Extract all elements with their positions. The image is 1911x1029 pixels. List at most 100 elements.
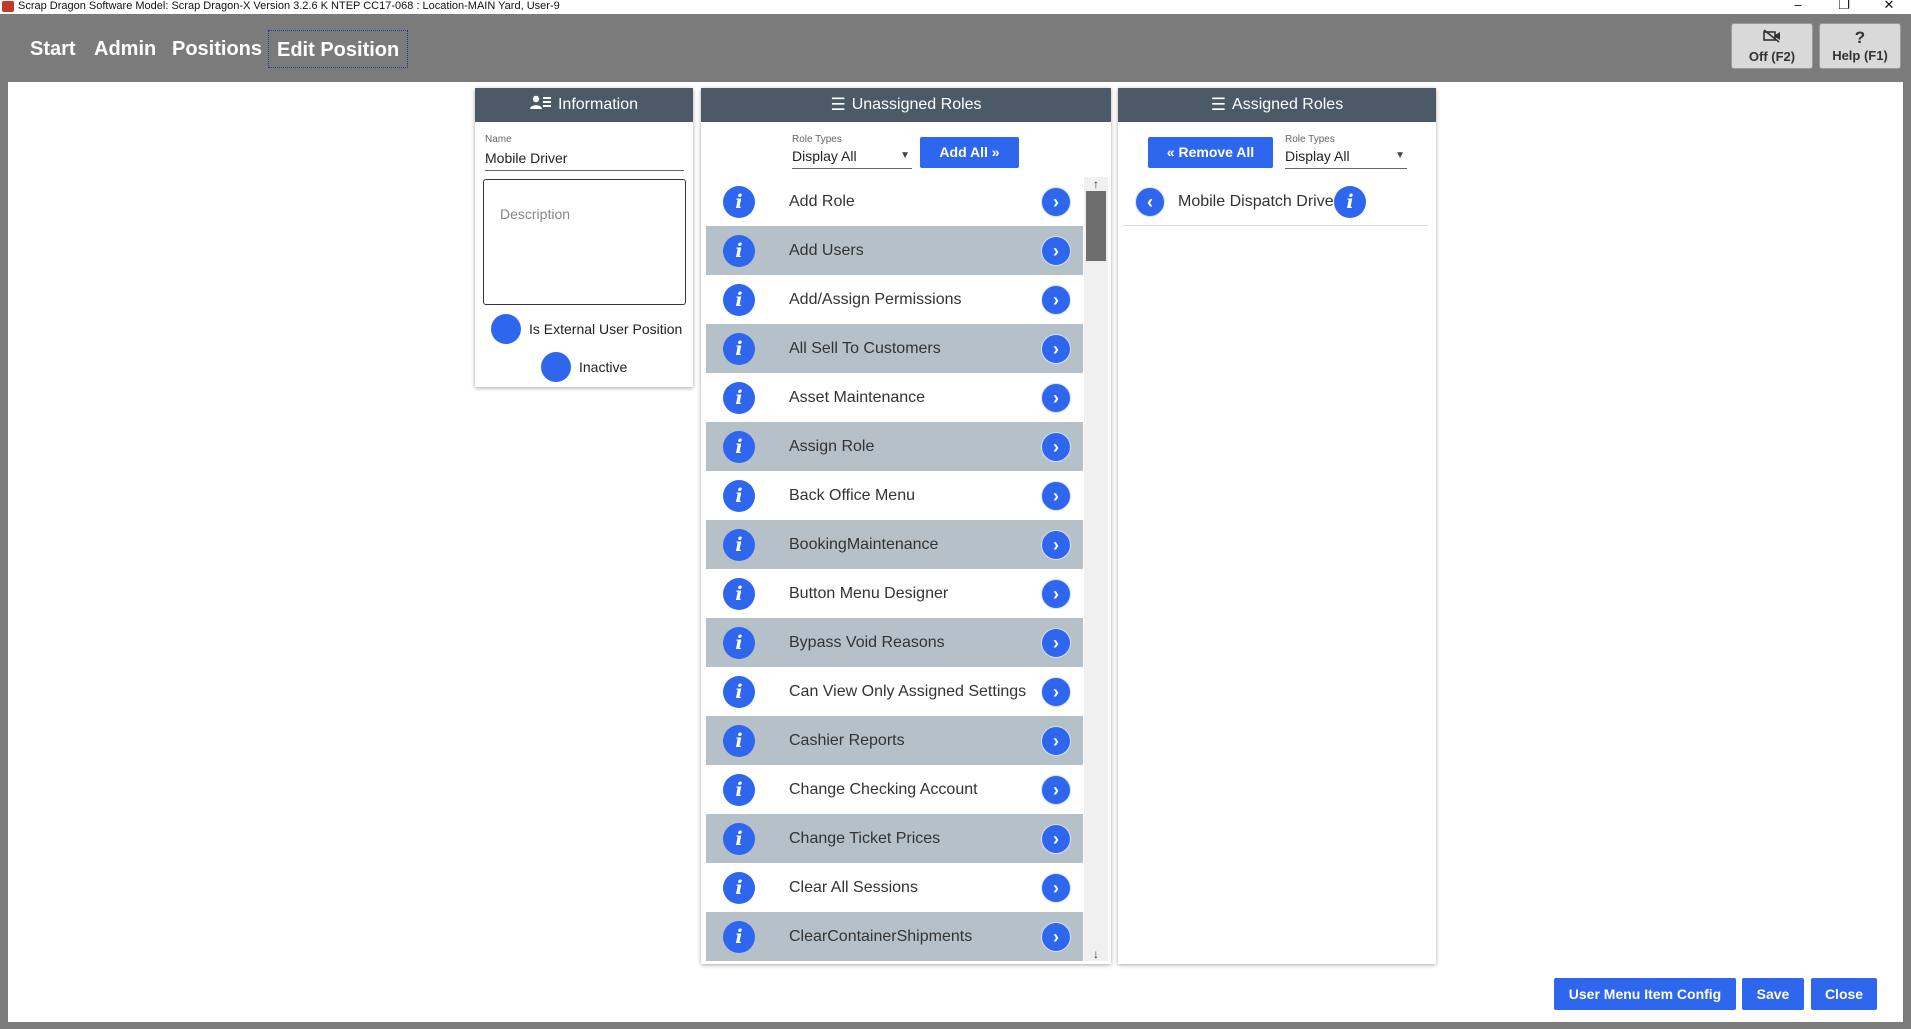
information-panel: Information Name Mobile Driver Descripti… bbox=[475, 88, 693, 387]
chevron-right-icon[interactable]: › bbox=[1041, 334, 1071, 364]
info-icon[interactable]: i bbox=[723, 186, 755, 218]
window-bottom-border bbox=[0, 1022, 1911, 1029]
help-icon: ? bbox=[1854, 28, 1866, 47]
unassigned-roles-panel: ☰ Unassigned Roles Role Types Display All… bbox=[701, 88, 1111, 964]
scroll-down-icon[interactable]: ↓ bbox=[1084, 947, 1108, 961]
menu-icon: ☰ bbox=[1210, 95, 1227, 114]
info-icon[interactable]: i bbox=[723, 725, 755, 757]
assigned-roles-panel: ☰ Assigned Roles « Remove All Role Types … bbox=[1118, 88, 1436, 964]
info-icon[interactable]: i bbox=[723, 529, 755, 561]
chevron-right-icon[interactable]: › bbox=[1041, 677, 1071, 707]
unassigned-role-row[interactable]: i Add/Assign Permissions › bbox=[706, 275, 1083, 324]
info-icon[interactable]: i bbox=[1334, 186, 1366, 218]
nav-start[interactable]: Start bbox=[22, 30, 84, 68]
info-icon[interactable]: i bbox=[723, 823, 755, 855]
off-button[interactable]: Off (F2) bbox=[1731, 23, 1813, 69]
assigned-role-types-label: Role Types bbox=[1285, 134, 1335, 145]
info-icon[interactable]: i bbox=[723, 774, 755, 806]
role-name: Bypass Void Reasons bbox=[789, 634, 945, 651]
info-icon[interactable]: i bbox=[723, 284, 755, 316]
unassigned-role-row[interactable]: i Bypass Void Reasons › bbox=[706, 618, 1083, 667]
description-field[interactable]: Description bbox=[483, 179, 686, 305]
external-user-toggle[interactable] bbox=[491, 314, 521, 344]
info-icon[interactable]: i bbox=[723, 578, 755, 610]
person-lines-icon bbox=[529, 88, 552, 122]
unassigned-role-row[interactable]: i Asset Maintenance › bbox=[706, 373, 1083, 422]
close-button[interactable]: Close bbox=[1811, 978, 1877, 1010]
info-icon[interactable]: i bbox=[723, 431, 755, 463]
unassigned-role-row[interactable]: i Back Office Menu › bbox=[706, 471, 1083, 520]
role-name: Assign Role bbox=[789, 438, 875, 455]
chevron-right-icon[interactable]: › bbox=[1041, 236, 1071, 266]
unassigned-role-row[interactable]: i Can View Only Assigned Settings › bbox=[706, 667, 1083, 716]
chevron-right-icon[interactable]: › bbox=[1041, 726, 1071, 756]
chevron-right-icon[interactable]: › bbox=[1041, 481, 1071, 511]
info-icon[interactable]: i bbox=[723, 676, 755, 708]
scroll-thumb[interactable] bbox=[1086, 191, 1106, 261]
help-button[interactable]: ? Help (F1) bbox=[1819, 23, 1901, 69]
role-name: Mobile Dispatch Driver bbox=[1178, 193, 1339, 210]
role-name: Add Role bbox=[789, 193, 855, 210]
scroll-up-icon[interactable]: ↑ bbox=[1084, 177, 1108, 191]
role-name: BookingMaintenance bbox=[789, 536, 939, 553]
chevron-right-icon[interactable]: › bbox=[1041, 775, 1071, 805]
external-user-label: Is External User Position bbox=[529, 321, 683, 337]
unassigned-roles-scrollbar[interactable]: ↑ ↓ bbox=[1084, 177, 1108, 961]
assigned-role-types-value: Display All bbox=[1285, 148, 1350, 164]
chevron-right-icon[interactable]: › bbox=[1041, 579, 1071, 609]
chevron-left-icon[interactable]: ‹ bbox=[1135, 187, 1165, 217]
unassigned-role-row[interactable]: i Change Ticket Prices › bbox=[706, 814, 1083, 863]
chevron-right-icon[interactable]: › bbox=[1041, 628, 1071, 658]
minimize-button[interactable]: – bbox=[1786, 0, 1810, 14]
info-icon[interactable]: i bbox=[723, 480, 755, 512]
save-button[interactable]: Save bbox=[1742, 978, 1804, 1010]
close-window-button[interactable]: ✕ bbox=[1877, 0, 1901, 14]
unassigned-role-row[interactable]: i BookingMaintenance › bbox=[706, 520, 1083, 569]
unassigned-role-row[interactable]: i ClearContainerShipments › bbox=[706, 912, 1083, 961]
nav-admin[interactable]: Admin bbox=[86, 30, 164, 68]
info-icon[interactable]: i bbox=[723, 921, 755, 953]
nav-edit-position[interactable]: Edit Position bbox=[268, 30, 409, 68]
nav-positions[interactable]: Positions bbox=[164, 30, 270, 68]
info-icon[interactable]: i bbox=[723, 235, 755, 267]
inactive-toggle[interactable] bbox=[541, 352, 571, 382]
remove-all-button[interactable]: « Remove All bbox=[1148, 137, 1273, 168]
unassigned-role-row[interactable]: i Button Menu Designer › bbox=[706, 569, 1083, 618]
role-name: Clear All Sessions bbox=[789, 879, 918, 896]
assigned-role-types-underline bbox=[1285, 168, 1407, 169]
assigned-role-types-select[interactable]: Role Types Display All ▼ bbox=[1285, 134, 1407, 170]
help-button-label: Help (F1) bbox=[1832, 48, 1888, 63]
chevron-right-icon[interactable]: › bbox=[1041, 383, 1071, 413]
unassigned-roles-list: i Add Role › i Add Users › i Add/Assign Permiss… bbox=[706, 177, 1083, 961]
info-icon[interactable]: i bbox=[723, 382, 755, 414]
restore-button[interactable]: ❐ bbox=[1832, 0, 1856, 14]
unassigned-role-row[interactable]: i Change Checking Account › bbox=[706, 765, 1083, 814]
unassigned-role-row[interactable]: i Add Users › bbox=[706, 226, 1083, 275]
chevron-right-icon[interactable]: › bbox=[1041, 285, 1071, 315]
unassigned-role-types-select[interactable]: Role Types Display All ▼ bbox=[792, 134, 912, 170]
unassigned-role-row[interactable]: i Clear All Sessions › bbox=[706, 863, 1083, 912]
chevron-right-icon[interactable]: › bbox=[1041, 922, 1071, 952]
unassigned-role-types-value: Display All bbox=[792, 148, 857, 164]
chevron-right-icon[interactable]: › bbox=[1041, 873, 1071, 903]
top-navigation: Start Admin Positions Edit Position Off … bbox=[0, 14, 1911, 82]
user-menu-item-config-button[interactable]: User Menu Item Config bbox=[1554, 978, 1736, 1010]
unassigned-role-types-underline bbox=[792, 168, 912, 169]
assigned-roles-header: ☰ Assigned Roles bbox=[1118, 88, 1436, 122]
info-icon[interactable]: i bbox=[723, 627, 755, 659]
chevron-right-icon[interactable]: › bbox=[1041, 432, 1071, 462]
chevron-right-icon[interactable]: › bbox=[1041, 824, 1071, 854]
window-title: Scrap Dragon Software Model: Scrap Drago… bbox=[18, 0, 560, 12]
chevron-right-icon[interactable]: › bbox=[1041, 187, 1071, 217]
unassigned-role-row[interactable]: i Cashier Reports › bbox=[706, 716, 1083, 765]
add-all-button[interactable]: Add All » bbox=[920, 137, 1019, 168]
assigned-role-row[interactable]: ‹ Mobile Dispatch Driver i bbox=[1123, 177, 1428, 226]
chevron-right-icon[interactable]: › bbox=[1041, 530, 1071, 560]
info-icon[interactable]: i bbox=[723, 872, 755, 904]
name-field[interactable]: Mobile Driver bbox=[485, 150, 567, 166]
app-dragon-icon bbox=[2, 1, 14, 12]
unassigned-role-row[interactable]: i All Sell To Customers › bbox=[706, 324, 1083, 373]
unassigned-role-row[interactable]: i Assign Role › bbox=[706, 422, 1083, 471]
unassigned-role-row[interactable]: i Add Role › bbox=[706, 177, 1083, 226]
info-icon[interactable]: i bbox=[723, 333, 755, 365]
